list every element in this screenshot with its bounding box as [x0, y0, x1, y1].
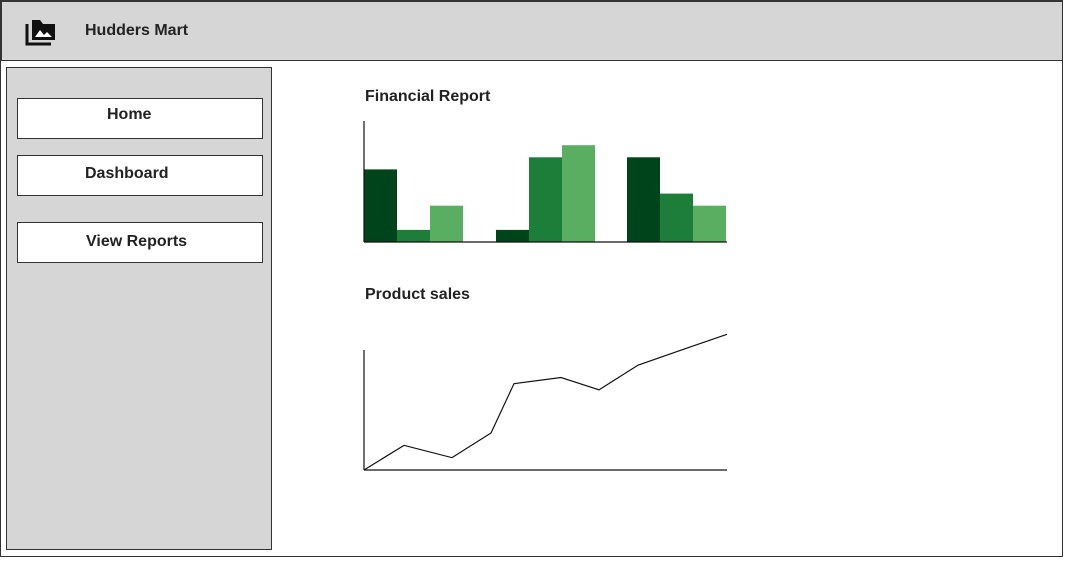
bar — [660, 193, 693, 242]
bar — [397, 229, 430, 242]
sidebar-item-view-reports[interactable]: View Reports — [17, 222, 263, 263]
sidebar-item-label: View Reports — [86, 233, 188, 250]
product-sales-title: Product sales — [365, 286, 470, 303]
app-title: Hudders Mart — [85, 22, 189, 39]
sidebar-item-dashboard[interactable]: Dashboard — [17, 155, 263, 196]
photo-album-icon — [25, 20, 55, 46]
sidebar-item-label: Home — [107, 106, 152, 123]
bar — [693, 205, 726, 242]
bar — [364, 169, 397, 242]
bar — [562, 145, 595, 242]
financial-report-title: Financial Report — [365, 88, 491, 105]
financial-report-chart — [363, 121, 727, 243]
bar — [496, 229, 529, 242]
bar — [430, 205, 463, 242]
app-header: Hudders Mart — [1, 1, 1063, 61]
sidebar-item-home[interactable]: Home — [17, 98, 263, 139]
bar — [627, 157, 660, 242]
sidebar-item-label: Dashboard — [85, 165, 169, 182]
product-sales-chart — [363, 333, 728, 471]
bar — [529, 157, 562, 242]
series-line — [363, 333, 728, 471]
sidebar: Home Dashboard View Reports — [6, 67, 272, 550]
